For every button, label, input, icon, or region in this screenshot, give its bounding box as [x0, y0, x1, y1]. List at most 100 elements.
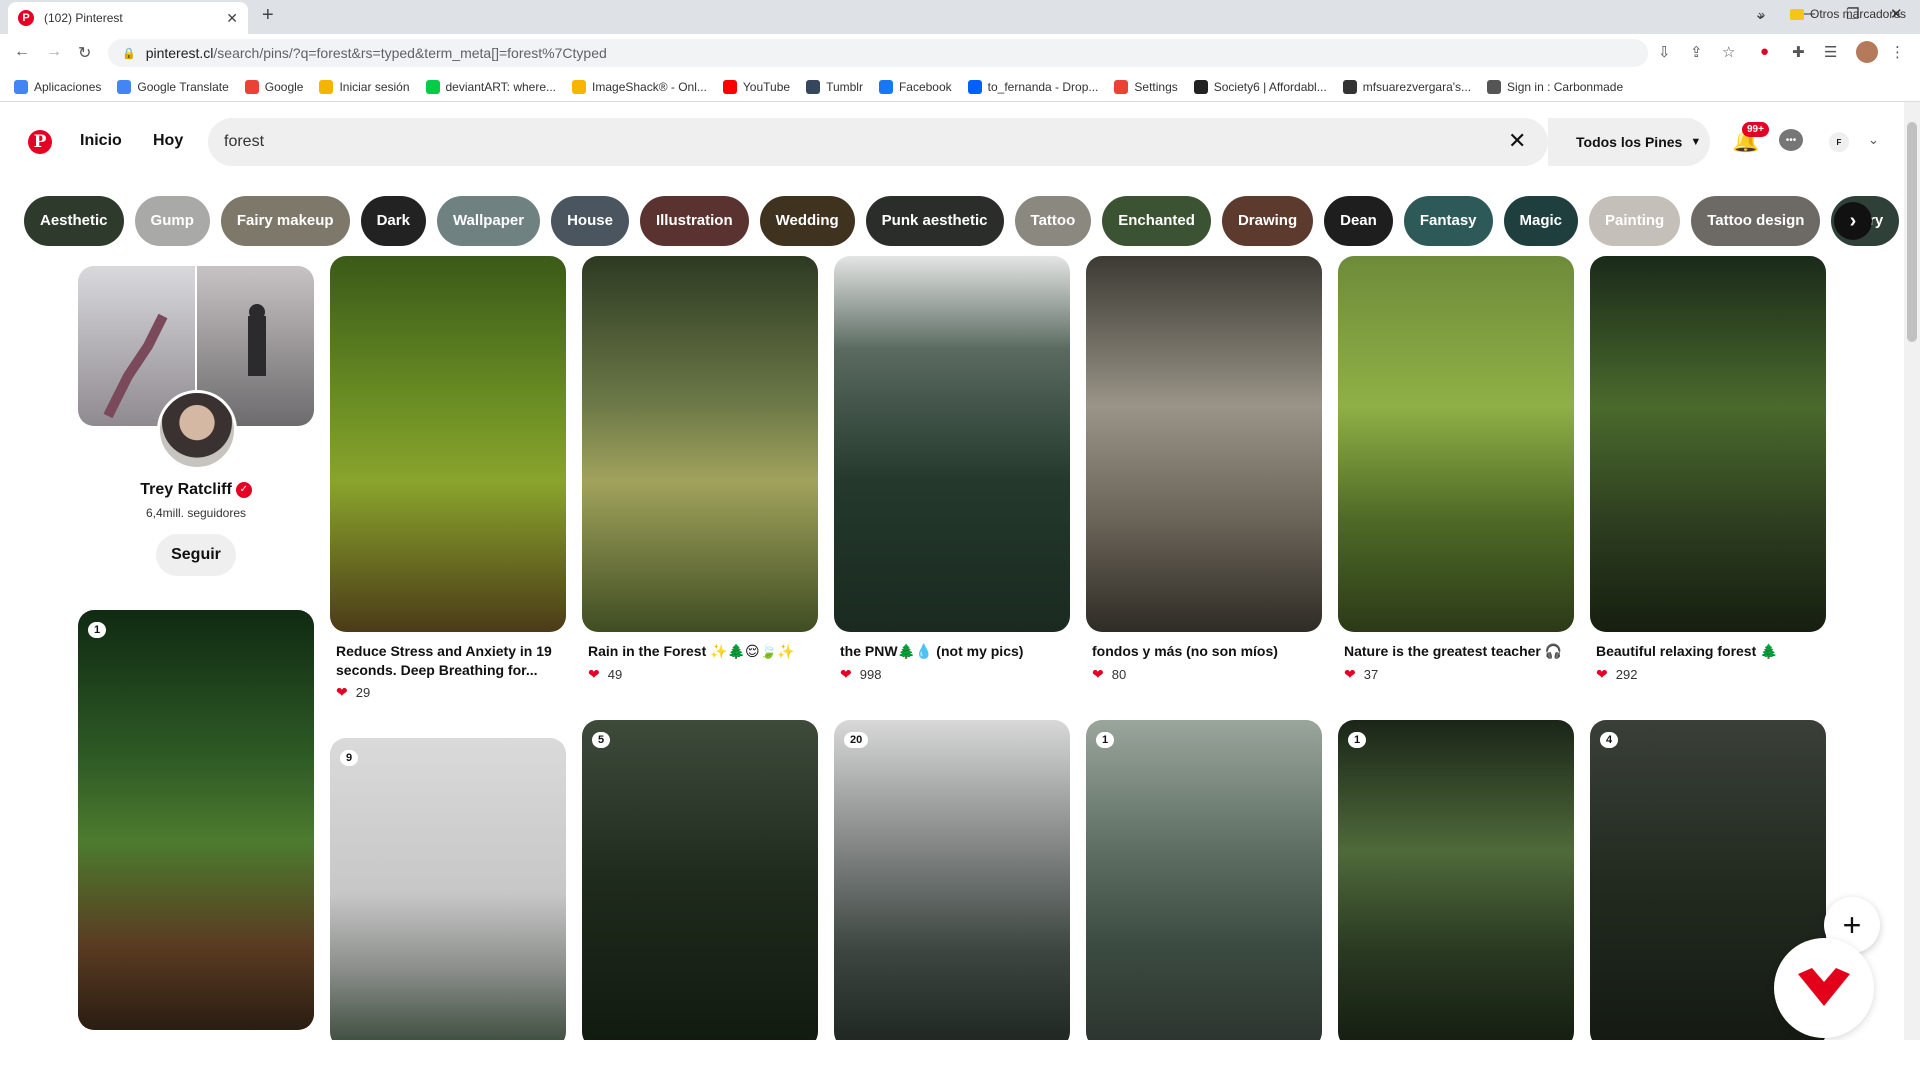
- pin-card[interactable]: [330, 256, 566, 632]
- search-chip[interactable]: Wallpaper: [436, 196, 541, 246]
- search-chip[interactable]: Fantasy: [1403, 196, 1493, 246]
- pin-title[interactable]: the PNW🌲💧 (not my pics): [840, 642, 1066, 661]
- close-tab-icon[interactable]: ✕: [226, 10, 238, 27]
- browser-tab[interactable]: P (102) Pinterest ✕: [8, 2, 248, 34]
- chrome-profile-avatar[interactable]: [1856, 41, 1878, 63]
- extensions-puzzle-icon[interactable]: ✚: [1792, 43, 1805, 61]
- search-chip[interactable]: Enchanted: [1102, 196, 1211, 246]
- user-avatar[interactable]: F: [1829, 132, 1849, 152]
- clear-search-icon[interactable]: ✕: [1508, 128, 1526, 154]
- pin-title[interactable]: Beautiful relaxing forest 🌲: [1596, 642, 1822, 661]
- bookmark-item[interactable]: Settings: [1114, 79, 1178, 94]
- floating-heart-logo-icon[interactable]: [1774, 938, 1874, 1038]
- bookmark-item[interactable]: Google Translate: [117, 79, 229, 94]
- pin-card[interactable]: [582, 256, 818, 632]
- share-icon[interactable]: ⇪: [1690, 43, 1703, 61]
- search-chip[interactable]: Dark: [360, 196, 426, 246]
- search-chip[interactable]: Magic: [1503, 196, 1579, 246]
- bookmark-favicon-icon: [1487, 79, 1502, 94]
- bookmark-label: mfsuarezvergara's...: [1362, 79, 1472, 94]
- bookmark-favicon-icon: [967, 79, 982, 94]
- pin-title[interactable]: Nature is the greatest teacher 🎧: [1344, 642, 1570, 661]
- search-chip[interactable]: Painting: [1589, 196, 1681, 246]
- pin-card[interactable]: 1: [78, 610, 314, 1030]
- search-chip[interactable]: Wedding: [759, 196, 855, 246]
- bookmark-item[interactable]: to_fernanda - Drop...: [967, 79, 1098, 94]
- pin-title[interactable]: Rain in the Forest ✨🌲😌🍃✨: [588, 642, 814, 661]
- pin-card[interactable]: 9: [330, 738, 566, 1040]
- other-bookmarks[interactable]: Otros marcadores: [1790, 7, 1906, 21]
- bookmarks-bar: Aplicaciones Google Translate Google Inicia…: [0, 72, 1920, 102]
- nav-inicio[interactable]: Inicio: [80, 132, 122, 150]
- pin-count-badge: 9: [340, 750, 359, 766]
- bookmark-item[interactable]: Sign in : Carbonmade: [1487, 79, 1623, 94]
- bookmark-item[interactable]: Aplicaciones: [14, 79, 101, 94]
- pin-card[interactable]: [1086, 256, 1322, 632]
- pin-card[interactable]: 1: [1086, 720, 1322, 1040]
- browser-tab-bar: P (102) Pinterest ✕ + ⌄ — ❐ ✕: [0, 0, 1920, 34]
- reading-list-icon[interactable]: ☰: [1824, 43, 1837, 61]
- nav-hoy[interactable]: Hoy: [153, 132, 183, 150]
- pinterest-logo-icon[interactable]: P: [28, 130, 52, 154]
- chrome-menu-icon[interactable]: ⋮: [1890, 43, 1905, 61]
- bookmark-favicon-icon: [878, 79, 893, 94]
- search-chip[interactable]: Punk aesthetic: [865, 196, 1004, 246]
- pin-card[interactable]: [834, 256, 1070, 632]
- bookmark-label: Settings: [1134, 79, 1178, 94]
- bookmark-label: Google: [264, 79, 304, 94]
- bookmark-item[interactable]: Tumblr: [806, 79, 863, 94]
- verified-icon: ✓: [235, 481, 252, 498]
- install-icon[interactable]: ⇩: [1658, 43, 1671, 61]
- bookmark-item[interactable]: Society6 | Affordabl...: [1193, 79, 1327, 94]
- search-chip[interactable]: Aesthetic: [24, 196, 124, 246]
- bookmark-item[interactable]: ImageShack® - Onl...: [572, 79, 707, 94]
- pin-card[interactable]: 5: [582, 720, 818, 1040]
- search-chip[interactable]: Illustration: [639, 196, 749, 246]
- pin-card[interactable]: 20: [834, 720, 1070, 1040]
- bookmark-label: Facebook: [898, 79, 952, 94]
- search-chip[interactable]: Fairy makeup: [220, 196, 350, 246]
- bookmark-favicon-icon: [14, 79, 28, 94]
- pin-card[interactable]: 1: [1338, 720, 1574, 1040]
- search-chip[interactable]: Dean: [1324, 196, 1393, 246]
- search-input[interactable]: [224, 118, 1484, 166]
- account-chevron-icon[interactable]: ⌄: [1868, 132, 1879, 148]
- follow-button[interactable]: Seguir: [156, 534, 236, 576]
- pinterest-header: P Inicio Hoy ✕ Todos los Pines ▼ 🔔 99+ •…: [0, 102, 1904, 186]
- bookmark-item[interactable]: Iniciar sesión: [319, 79, 410, 94]
- reaction-count: 80: [1111, 667, 1127, 682]
- pinterest-favicon-icon: P: [18, 10, 34, 26]
- reaction-count: 292: [1615, 667, 1638, 682]
- messages-icon[interactable]: •••: [1779, 129, 1803, 151]
- opera-extension-icon[interactable]: ●: [1760, 43, 1769, 60]
- bookmark-item[interactable]: Google: [244, 79, 304, 94]
- new-tab-icon[interactable]: +: [262, 4, 274, 27]
- reaction-count: 49: [607, 667, 623, 682]
- search-chip[interactable]: Tattoo design: [1691, 196, 1821, 246]
- pin-title[interactable]: fondos y más (no son míos): [1092, 642, 1318, 661]
- bookmark-star-icon[interactable]: ☆: [1722, 43, 1735, 61]
- pin-card[interactable]: [1590, 256, 1826, 632]
- bookmark-item[interactable]: deviantART: where...: [425, 79, 556, 94]
- search-chip[interactable]: Tattoo: [1014, 196, 1092, 246]
- bookmark-item[interactable]: YouTube: [722, 79, 790, 94]
- reload-icon[interactable]: ↻: [78, 43, 91, 63]
- forward-icon[interactable]: →: [46, 43, 62, 61]
- url-bar[interactable]: 🔒 pinterest.cl /search/pins/?q=forest&rs…: [108, 39, 1648, 67]
- heart-icon: ❤: [1092, 666, 1104, 682]
- bookmarks-more-icon[interactable]: »: [1758, 7, 1765, 22]
- pin-card[interactable]: [1338, 256, 1574, 632]
- search-chip[interactable]: House: [551, 196, 629, 246]
- creator-avatar[interactable]: [157, 390, 237, 470]
- pin-count-badge: 1: [1096, 732, 1115, 748]
- back-icon[interactable]: ←: [14, 43, 30, 61]
- pin-title[interactable]: Reduce Stress and Anxiety in 19 seconds.…: [336, 642, 562, 680]
- chips-next-arrow-icon[interactable]: ›: [1834, 202, 1872, 240]
- creator-name[interactable]: Trey Ratcliff ✓: [78, 481, 314, 499]
- search-chip[interactable]: Gump: [134, 196, 210, 246]
- pin-filter-dropdown[interactable]: Todos los Pines ▼: [1548, 118, 1710, 166]
- search-chip[interactable]: Drawing: [1221, 196, 1314, 246]
- scrollbar-thumb[interactable]: [1907, 122, 1917, 342]
- bookmark-item[interactable]: mfsuarezvergara's...: [1342, 79, 1472, 94]
- bookmark-item[interactable]: Facebook: [878, 79, 952, 94]
